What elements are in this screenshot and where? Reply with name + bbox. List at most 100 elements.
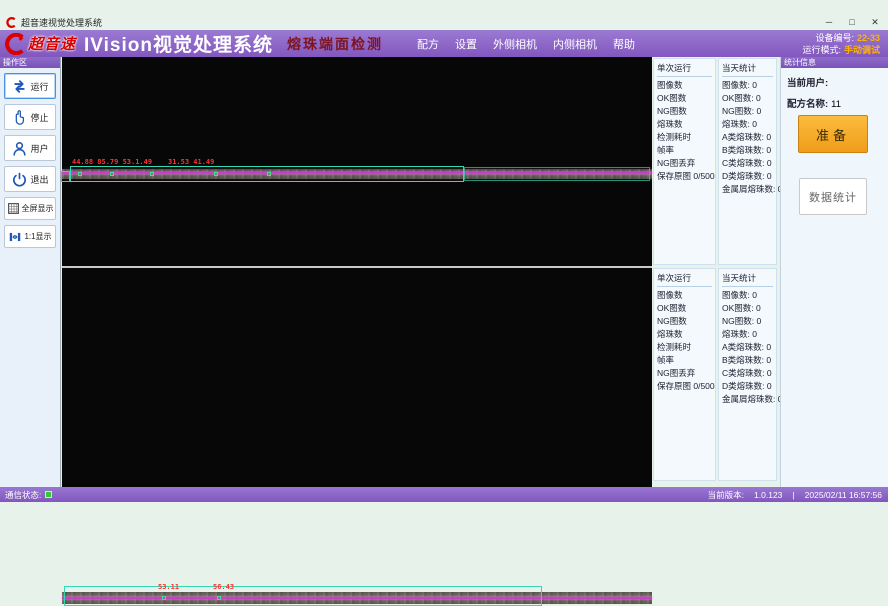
stat-row: B类熔珠数: 0: [722, 354, 773, 367]
run-mode-value: 手动调试: [844, 45, 880, 55]
close-button[interactable]: ✕: [868, 16, 882, 28]
strip-marker: [267, 172, 271, 176]
stat-row: A类熔珠数: 0: [722, 131, 773, 144]
user-button[interactable]: 用户: [4, 135, 56, 161]
current-user-line: 当前用户:: [787, 75, 888, 89]
single-run-rows: 图像数OK图数NG图数熔珠数检测耗时帧率NG图丢弃保存原图 0/500: [657, 289, 712, 393]
daily-stats-title: 当天统计: [722, 271, 773, 287]
run-mode-line: 运行模式:手动调试: [802, 44, 880, 56]
strip-marker: [217, 596, 221, 600]
stat-row: OK图数: 0: [722, 92, 773, 105]
stats-panel-inner-camera: 单次运行 图像数OK图数NG图数熔珠数检测耗时帧率NG图丢弃保存原图 0/500…: [653, 268, 777, 481]
stat-row: OK图数: [657, 302, 712, 315]
run-button[interactable]: 运行: [4, 73, 56, 99]
fullscreen-display-label: 全屏显示: [22, 203, 54, 214]
brand-text: 超音速: [28, 33, 76, 54]
menu-item[interactable]: 配方: [417, 36, 439, 52]
one-to-one-icon: [8, 230, 22, 244]
daily-stats-rows: 图像数: 0OK图数: 0NG图数: 0熔珠数: 0A类熔珠数: 0B类熔珠数:…: [722, 289, 773, 406]
prepare-button[interactable]: 准备: [798, 115, 868, 153]
menu-item[interactable]: 设置: [455, 36, 477, 52]
hand-icon: [11, 109, 28, 126]
strip-marker: [78, 172, 82, 176]
recipe-name-line: 配方名称:11: [787, 96, 888, 110]
device-number-line: 设备编号:22-33: [802, 32, 880, 44]
stat-row: 检测耗时: [657, 341, 712, 354]
single-run-panel: 单次运行 图像数OK图数NG图数熔珠数检测耗时帧率NG图丢弃保存原图 0/500: [653, 268, 716, 481]
stat-row: 图像数: [657, 289, 712, 302]
stat-row: 图像数: 0: [722, 289, 773, 302]
exit-button[interactable]: 退出: [4, 166, 56, 192]
run-mode-label: 运行模式:: [802, 45, 841, 55]
stat-row: 金属屑熔珠数: 0: [722, 183, 773, 196]
stat-row: 图像数: [657, 79, 712, 92]
stat-row: 保存原图 0/500: [657, 170, 712, 183]
data-statistics-button[interactable]: 数据统计: [799, 178, 867, 215]
strip-marker: [150, 172, 154, 176]
stat-row: NG图数: 0: [722, 105, 773, 118]
stat-row: 熔珠数: [657, 118, 712, 131]
app-header: 超音速 IVision视觉处理系统 熔珠端面检测 配方设置外侧相机内侧相机帮助 …: [0, 30, 888, 57]
stat-row: NG图丢弃: [657, 157, 712, 170]
operation-sidebar: 操作区 运行 停止 用户 退出 全屏显示: [0, 57, 61, 487]
measurement-annotation: 31.53 41.49: [168, 158, 214, 166]
exit-button-label: 退出: [30, 173, 48, 186]
outer-camera-viewport[interactable]: 44.88 85.79 53.1.49 31.53 41.49: [62, 57, 652, 266]
app-subtitle: 熔珠端面检测: [287, 34, 383, 54]
recipe-name-value: 11: [831, 99, 841, 110]
cycle-arrows-icon: [11, 78, 28, 95]
status-datetime: 2025/02/11 16:57:56: [805, 490, 882, 500]
stat-row: NG图数: 0: [722, 315, 773, 328]
app-title: IVision视觉处理系统: [84, 30, 273, 57]
stat-row: D类熔珠数: 0: [722, 380, 773, 393]
menu-item[interactable]: 外侧相机: [493, 36, 537, 52]
stat-row: OK图数: 0: [722, 302, 773, 315]
stop-button[interactable]: 停止: [4, 104, 56, 130]
strip-marker: [162, 596, 166, 600]
detection-outline: [464, 167, 650, 181]
window-titlebar: 超音速视觉处理系统 ─ □ ✕: [0, 0, 888, 30]
stat-row: 熔珠数: [657, 328, 712, 341]
brand-swirl-icon: [4, 33, 26, 55]
daily-stats-title: 当天统计: [722, 61, 773, 77]
comm-status: 通信状态:: [5, 489, 52, 501]
stat-row: NG图数: [657, 315, 712, 328]
main-menu: 配方设置外侧相机内侧相机帮助: [417, 36, 635, 52]
single-run-rows: 图像数OK图数NG图数熔珠数检测耗时帧率NG图丢弃保存原图 0/500: [657, 79, 712, 183]
stat-row: B类熔珠数: 0: [722, 144, 773, 157]
daily-stats-panel: 当天统计 图像数: 0OK图数: 0NG图数: 0熔珠数: 0A类熔珠数: 0B…: [718, 268, 777, 481]
inner-camera-viewport[interactable]: 53.11 56.43: [62, 268, 652, 487]
menu-item[interactable]: 内侧相机: [553, 36, 597, 52]
status-bar-right: 当前版本: 1.0.123 | 2025/02/11 16:57:56: [708, 489, 882, 501]
status-separator: |: [792, 490, 794, 500]
daily-stats-rows: 图像数: 0OK图数: 0NG图数: 0熔珠数: 0A类熔珠数: 0B类熔珠数:…: [722, 79, 773, 196]
maximize-button[interactable]: □: [845, 16, 859, 28]
stat-row: OK图数: [657, 92, 712, 105]
stats-panel-outer-camera: 单次运行 图像数OK图数NG图数熔珠数检测耗时帧率NG图丢弃保存原图 0/500…: [653, 58, 777, 265]
device-number-value: 22-33: [857, 33, 880, 43]
single-run-panel: 单次运行 图像数OK图数NG图数熔珠数检测耗时帧率NG图丢弃保存原图 0/500: [653, 58, 716, 265]
dither-grid-icon: [7, 202, 20, 215]
minimize-button[interactable]: ─: [822, 16, 836, 28]
stat-row: 图像数: 0: [722, 79, 773, 92]
stat-row: 帧率: [657, 354, 712, 367]
header-info: 设备编号:22-33 运行模式:手动调试: [802, 32, 880, 56]
app-logo-icon: [6, 17, 17, 28]
version-label: 当前版本:: [708, 489, 744, 501]
measurement-annotation: 53.11: [158, 583, 179, 591]
device-number-label: 设备编号:: [815, 33, 854, 43]
measurement-annotation: 44.88 85.79 53.1.49: [72, 158, 152, 166]
strip-marker: [110, 172, 114, 176]
stop-button-label: 停止: [30, 111, 48, 124]
power-icon: [11, 171, 28, 188]
camera-viewport-area: 44.88 85.79 53.1.49 31.53 41.49 53.11 56…: [62, 57, 652, 487]
menu-item[interactable]: 帮助: [613, 36, 635, 52]
operation-panel-title: 操作区: [0, 57, 60, 68]
stat-row: D类熔珠数: 0: [722, 170, 773, 183]
one-to-one-display-button[interactable]: 1:1显示: [4, 225, 56, 248]
fullscreen-display-button[interactable]: 全屏显示: [4, 197, 56, 220]
user-icon: [11, 140, 28, 157]
detection-outline: [64, 586, 542, 606]
version-value: 1.0.123: [754, 490, 782, 500]
current-user-label: 当前用户:: [787, 78, 828, 89]
